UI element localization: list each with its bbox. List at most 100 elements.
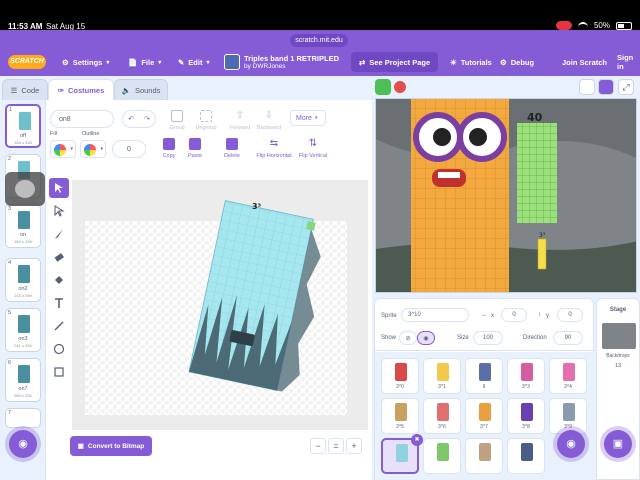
backward-button[interactable]: ⇩ Backward [254,110,284,131]
costume-size: 241 x 334 [14,343,32,348]
screen-record-icon [555,21,572,30]
size-input[interactable]: 100 [473,331,503,345]
costume-item[interactable]: 5 on3 241 x 334 [5,308,41,352]
file-menu[interactable]: 📄 File ▾ [128,48,161,76]
reshape-tool[interactable] [49,201,69,221]
sprite-tile[interactable]: 3^7 [465,398,503,434]
sprite-tile[interactable]: ✖ [381,434,423,474]
tab-code[interactable]: ☰ Code [2,79,48,101]
costume-item[interactable]: 7 [5,408,41,428]
copy-button[interactable]: Copy [158,138,180,159]
x-input[interactable]: 0 [501,308,527,322]
eraser-tool[interactable] [49,247,69,267]
sprite-tile[interactable]: 3^5 [381,398,419,434]
zoom-reset-button[interactable]: = [328,438,344,454]
zoom-out-button[interactable]: − [310,438,326,454]
choose-sprite-button[interactable]: ◉ [557,430,585,458]
sprite-name: 9 [482,384,486,390]
tab-costumes[interactable]: ✑ Costumes [48,79,114,101]
y-input[interactable]: 0 [557,308,583,322]
hide-sprite-button[interactable]: ⊘ [399,331,417,345]
project-title-area[interactable]: Triples band 1 RETRIPLED by DWRJones [224,48,339,76]
sprite-tile[interactable]: 3^0 [381,358,419,394]
undo-icon[interactable]: ↶ [128,115,134,123]
sprite-tile[interactable] [507,438,545,474]
flip-vertical-button[interactable]: ⇅ Flip Vertical [296,138,330,159]
green-flag-button[interactable] [375,79,391,95]
sign-in-link[interactable]: Sign in [617,48,640,76]
costume-artwork[interactable]: 3³ [72,180,368,430]
url-pill[interactable]: scratch.mit.edu [290,34,348,47]
outline-color-icon [84,144,96,156]
fill-tool[interactable] [49,270,69,290]
paste-button[interactable]: Paste [184,138,206,159]
show-sprite-button[interactable]: ◉ [417,331,435,345]
debug-icon: ⚙ [500,57,507,67]
forward-button[interactable]: ⇧ Forward [226,110,254,131]
zoom-in-button[interactable]: + [346,438,362,454]
sprite-tile[interactable] [423,438,461,474]
circle-tool[interactable] [49,339,69,359]
copy-icon [163,138,175,150]
sprite-name: 3^5 [396,424,404,430]
costume-name: off [19,133,26,139]
convert-to-bitmap-button[interactable]: ▣ Convert to Bitmap [70,436,152,456]
brush-tool[interactable] [49,224,69,244]
join-scratch-link[interactable]: Join Scratch [562,48,607,76]
ungroup-button[interactable]: Ungroup [192,110,220,131]
stage[interactable]: 40 3³ [375,98,637,293]
delete-sprite-icon[interactable]: ✖ [411,434,423,446]
sprite-tile[interactable]: 3^3 [507,358,545,394]
sprite-tile[interactable]: 3^8 [507,398,545,434]
fill-color-picker[interactable]: ▾ [50,140,76,158]
sprite-tile[interactable]: 3^4 [549,358,587,394]
line-tool[interactable] [49,316,69,336]
direction-input[interactable]: 90 [553,331,583,345]
flip-horizontal-button[interactable]: ⇆ Flip Horizontal [254,138,294,159]
sprite-name-input[interactable]: 3^10 [401,308,469,322]
sprite-tile[interactable]: 3^6 [423,398,461,434]
right-pupil [469,128,487,146]
settings-label: Settings [72,57,103,67]
copy-label: Copy [162,153,176,159]
flip-vertical-label: Flip Vertical [298,153,328,159]
rectangle-tool[interactable] [49,362,69,382]
text-tool[interactable] [49,293,69,313]
costume-item[interactable]: 1 off 184 x 328 [5,104,41,148]
delete-button[interactable]: Delete [220,138,244,159]
edit-menu[interactable]: ✎ Edit ▾ [178,48,209,76]
debug-button[interactable]: ⚙ Debug [500,48,534,76]
group-button[interactable]: Group [164,110,190,131]
edit-icon: ✎ [178,57,185,67]
left-pupil [433,128,451,146]
eye-slash-icon: ⊘ [405,335,411,342]
costume-name: on2 [18,286,28,292]
outline-color-picker[interactable]: ▾ [80,140,106,158]
sprite-tile[interactable]: 9 [465,358,503,394]
settings-menu[interactable]: ⚙ Settings ▾ [62,48,109,76]
sprite-tile[interactable]: 3^9 [549,398,587,434]
scratch-logo[interactable]: SCRATCH [8,55,46,69]
drag-ghost-overlay [5,172,45,206]
outline-width-input[interactable]: 0 [112,140,146,158]
costume-item[interactable]: 3 on 184 x 328 [5,204,41,248]
normal-stage-button[interactable] [598,79,614,95]
sprite-thumbnail [479,363,491,381]
choose-backdrop-button[interactable]: ▣ [604,430,632,458]
costume-item[interactable]: 4 on2 215 x 339 [5,258,41,302]
stop-button[interactable] [394,81,406,93]
see-project-page-button[interactable]: ⇄ See Project Page [351,52,439,72]
select-tool[interactable] [49,178,69,198]
costume-name-input[interactable]: on8 [50,110,114,128]
costume-item[interactable]: 6 on7 250 x 334 [5,358,41,402]
tutorials-button[interactable]: ☀ Tutorials [450,48,492,76]
sprite-tile[interactable] [465,438,503,474]
small-stage-button[interactable] [579,79,595,95]
more-dropdown[interactable]: More ▾ [290,110,326,126]
tab-sounds[interactable]: 🔈 Sounds [114,79,168,101]
chevron-down-icon: ▾ [314,115,318,121]
fullscreen-button[interactable]: ⤢ [618,79,634,95]
sprite-tile[interactable]: 3^1 [423,358,461,394]
choose-costume-button[interactable]: ◉ [9,430,37,458]
redo-icon[interactable]: ↷ [144,115,150,123]
